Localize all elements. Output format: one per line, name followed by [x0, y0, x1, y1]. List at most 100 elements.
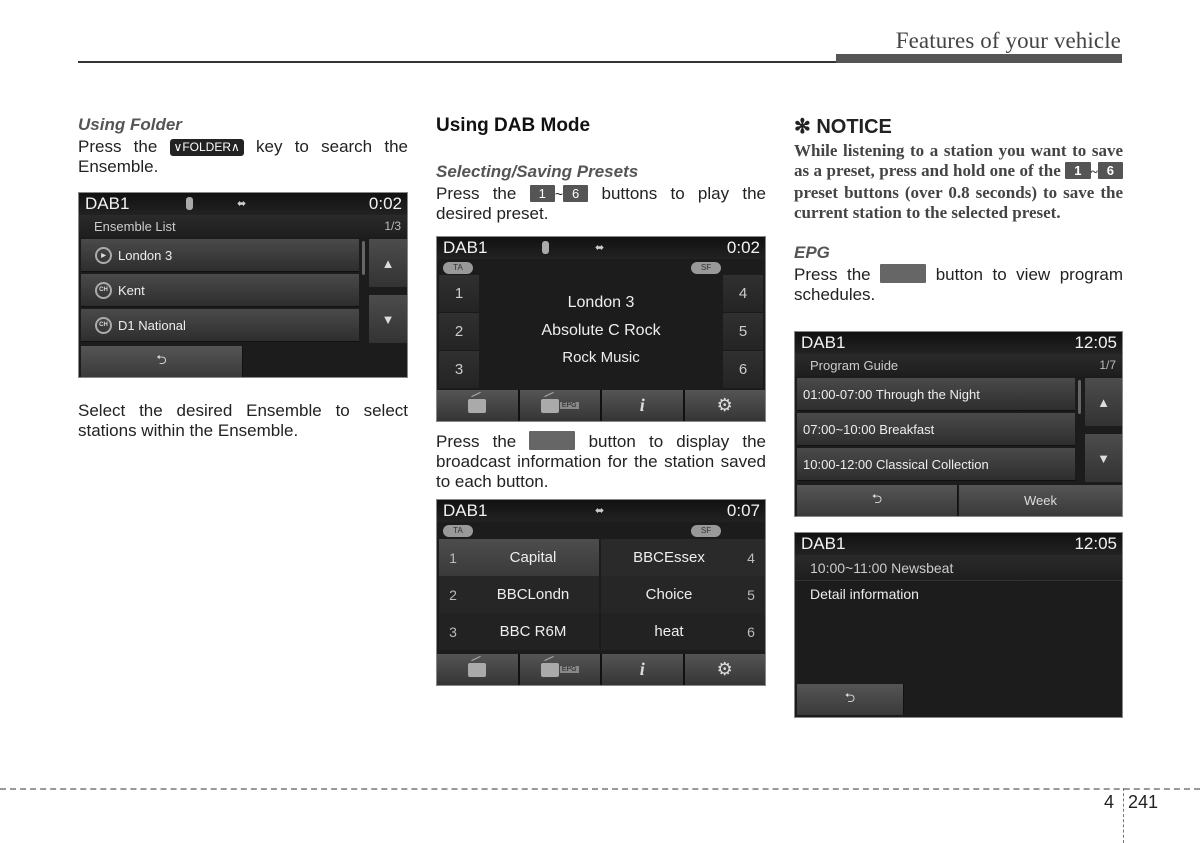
- settings-button[interactable]: ⚙: [684, 390, 765, 421]
- notice-heading: ✻ NOTICE: [794, 116, 892, 138]
- clock: 12:05: [1074, 333, 1117, 352]
- dab-now-playing-screen: DAB1 ⬌ 0:02 TA SF 1 2 3 4 5 6 London 3 A…: [436, 236, 766, 422]
- preset-slot-2[interactable]: 2 BBCLondn: [439, 576, 599, 613]
- list-title: Program Guide: [810, 358, 899, 373]
- back-icon: ⮌: [156, 351, 167, 367]
- sf-indicator[interactable]: SF: [691, 262, 721, 274]
- page-header-title: Features of your vehicle: [895, 28, 1121, 53]
- week-button[interactable]: Week: [959, 485, 1122, 516]
- detail-text: Detail information: [810, 586, 919, 602]
- preset-button-6[interactable]: 6: [723, 351, 763, 389]
- list-item[interactable]: 10:00-12:00 Classical Collection: [797, 448, 1075, 481]
- bluetooth-icon: [542, 241, 549, 254]
- source-label: DAB1: [801, 333, 846, 352]
- preset-button-2[interactable]: 2: [439, 313, 479, 351]
- program-type: Rock Music: [562, 349, 640, 366]
- preset-key-6: 6: [563, 185, 589, 202]
- preset-key-1: 1: [1065, 162, 1091, 179]
- list-item[interactable]: 07:00~10:00 Breakfast: [797, 413, 1075, 446]
- triangle-up-icon: ▲: [381, 255, 395, 271]
- back-button[interactable]: ⮌: [81, 346, 243, 377]
- preset-button-1[interactable]: 1: [439, 275, 479, 313]
- back-icon: ⮌: [844, 689, 856, 705]
- sf-indicator[interactable]: SF: [691, 525, 721, 537]
- radio-icon: [468, 662, 487, 677]
- settings-button[interactable]: ⚙: [684, 654, 765, 685]
- epg-button[interactable]: EPG: [519, 390, 602, 421]
- source-label: DAB1: [443, 501, 488, 520]
- ta-indicator[interactable]: TA: [443, 262, 473, 274]
- station-name: Absolute C Rock: [541, 322, 661, 339]
- list-item[interactable]: CH Kent: [81, 274, 359, 307]
- preset-button-3[interactable]: 3: [439, 351, 479, 389]
- scroll-up-button[interactable]: ▲: [1085, 378, 1122, 426]
- triangle-up-icon: ▲: [1097, 394, 1110, 410]
- folder-instruction: Press the ∨FOLDER∧ key to search the Ens…: [78, 137, 408, 176]
- info-button[interactable]: i: [602, 654, 685, 685]
- preset-info-button[interactable]: [437, 390, 520, 421]
- folder-key: ∨FOLDER∧: [169, 139, 244, 156]
- epg-instruction: Press the button to view program schedul…: [794, 264, 1124, 304]
- preset-key-6: 6: [1097, 162, 1124, 179]
- preset-info-button[interactable]: [437, 654, 520, 685]
- clock: 0:02: [726, 238, 760, 257]
- list-item[interactable]: CH D1 National: [81, 309, 359, 342]
- list-header: Ensemble List 1/3: [79, 215, 407, 237]
- back-button[interactable]: ⮌: [797, 684, 904, 715]
- program-title: 10:00~11:00 Newsbeat: [810, 560, 954, 576]
- ensemble-list-screen: DAB1 ⬌ 0:02 Ensemble List 1/3 ▶ London 3…: [78, 192, 408, 378]
- program-guide-screen: DAB1 12:05 Program Guide 1/7 01:00-07:00…: [794, 331, 1123, 517]
- epg-button[interactable]: EPG: [519, 654, 602, 685]
- preset-slot-4[interactable]: BBCEssex 4: [601, 539, 765, 576]
- heading-selecting-presets: Selecting/Saving Presets: [436, 162, 639, 181]
- scrollbar[interactable]: [1078, 380, 1081, 414]
- play-icon: ▶: [95, 246, 112, 264]
- footer-rule: [0, 788, 1200, 790]
- scroll-down-button[interactable]: ▼: [369, 295, 407, 343]
- clock: 0:02: [368, 194, 402, 213]
- status-bar: DAB1 12:05: [795, 332, 1122, 354]
- epg-label: EPG: [559, 666, 579, 673]
- radio-icon: [540, 398, 559, 413]
- page-indicator: 1/3: [384, 219, 401, 233]
- radio-key-icon: [529, 431, 576, 450]
- preset-button-4[interactable]: 4: [723, 275, 763, 313]
- preset-slot-3[interactable]: 3 BBC R6M: [439, 613, 599, 650]
- radio-icon: [468, 398, 487, 413]
- preset-slot-1[interactable]: 1 Capital: [439, 539, 599, 576]
- preset-list-screen: DAB1 ⬌ 0:07 TA SF 1 Capital 2 BBCLondn 3 BB…: [436, 499, 766, 686]
- gear-icon: ⚙: [716, 395, 733, 415]
- preset-button-5[interactable]: 5: [723, 313, 763, 351]
- bluetooth-icon: [186, 197, 193, 210]
- page-number: 241: [1128, 792, 1159, 812]
- ch-icon: CH: [95, 281, 112, 299]
- radio-icon: [540, 662, 559, 677]
- clock: 0:07: [726, 501, 760, 520]
- ch-icon: CH: [95, 316, 112, 334]
- scrollbar[interactable]: [362, 241, 365, 275]
- info-icon: i: [639, 395, 645, 415]
- preset-slot-5[interactable]: Choice 5: [601, 576, 765, 613]
- notice-text: While listening to a station you want to…: [794, 141, 1124, 222]
- list-item[interactable]: ▶ London 3: [81, 239, 359, 272]
- preset-key-1: 1: [529, 185, 555, 202]
- source-label: DAB1: [443, 238, 488, 257]
- ensemble-description: Select the desired Ensemble to select st…: [78, 401, 408, 440]
- chapter-number: 4: [1104, 792, 1115, 812]
- heading-epg: EPG: [794, 243, 830, 262]
- program-header: 10:00~11:00 Newsbeat: [795, 555, 1122, 581]
- scroll-down-button[interactable]: ▼: [1085, 434, 1122, 482]
- list-item[interactable]: 01:00-07:00 Through the Night: [797, 378, 1075, 411]
- list-header: Program Guide 1/7: [795, 354, 1122, 376]
- usb-icon: ⬌: [237, 198, 247, 210]
- scroll-up-button[interactable]: ▲: [369, 239, 407, 287]
- status-bar: DAB1 ⬌ 0:02: [437, 237, 765, 259]
- preset-slot-6[interactable]: heat 6: [601, 613, 765, 650]
- back-button[interactable]: ⮌: [797, 485, 958, 516]
- header-rule: [78, 61, 836, 63]
- source-label: DAB1: [801, 534, 846, 553]
- ta-indicator[interactable]: TA: [443, 525, 473, 537]
- epg-key-icon: [880, 264, 927, 283]
- status-bar: DAB1 12:05: [795, 533, 1122, 555]
- info-button[interactable]: i: [602, 390, 685, 421]
